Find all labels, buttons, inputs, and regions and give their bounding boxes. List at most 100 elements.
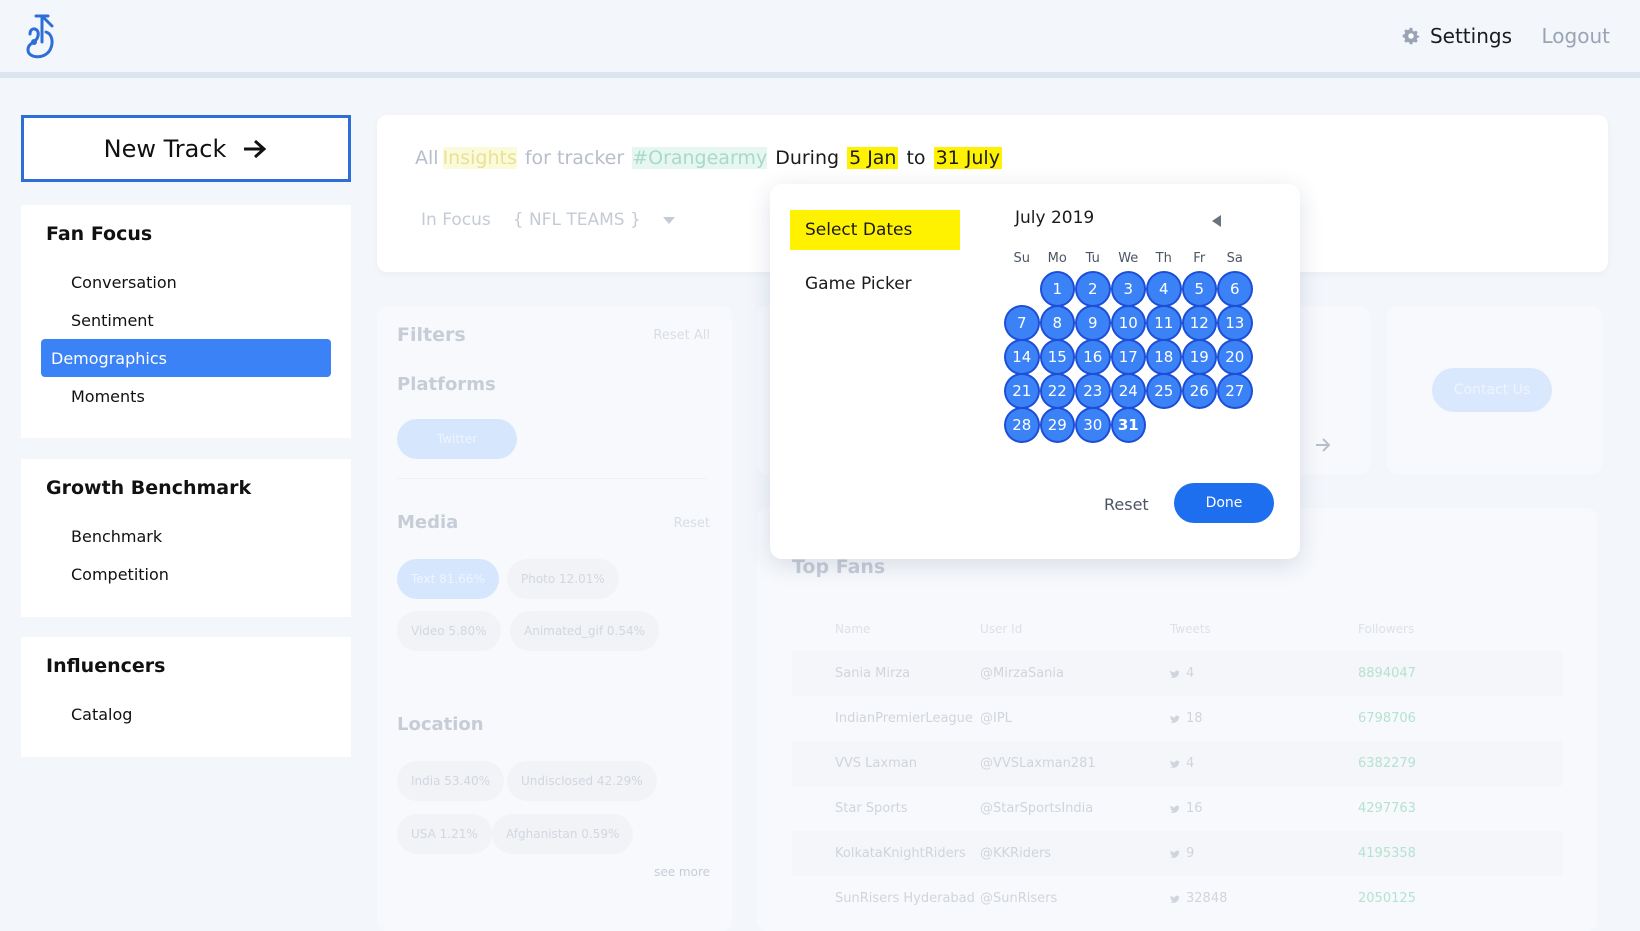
calendar-day[interactable]: 2 [1075, 271, 1111, 307]
sidebar-section-influencers: Influencers Catalog [21, 637, 351, 757]
tracker-tag[interactable]: #Orangearmy [632, 147, 768, 169]
contact-us-button[interactable]: Contact Us [1432, 368, 1552, 412]
app-logo-icon[interactable] [22, 12, 58, 62]
sidebar-item-demographics[interactable]: Demographics [41, 339, 331, 377]
calendar-day-number: 8 [1039, 305, 1075, 341]
calendar-day[interactable]: 25 [1146, 373, 1182, 409]
sidebar-item-conversation[interactable]: Conversation [41, 263, 331, 301]
calendar-day[interactable]: 23 [1075, 373, 1111, 409]
calendar-day-number: 7 [1004, 305, 1040, 341]
platform-chip-twitter[interactable]: Twitter [397, 419, 517, 459]
picker-done-button[interactable]: Done [1174, 483, 1274, 523]
calendar-day[interactable]: 6 [1217, 271, 1253, 307]
calendar-day[interactable]: 27 [1217, 373, 1253, 409]
calendar-day-number: 23 [1075, 373, 1111, 409]
focus-selector[interactable]: In Focus { NFL TEAMS } [421, 210, 675, 230]
fan-user-id: @StarSportsIndia [980, 801, 1094, 816]
location-title: Location [397, 714, 484, 735]
prev-month-icon[interactable] [1212, 215, 1221, 227]
calendar-day-number: 16 [1075, 339, 1111, 375]
calendar-day[interactable]: 16 [1075, 339, 1111, 375]
date-from[interactable]: 5 Jan [847, 147, 899, 169]
calendar-day-number: 4 [1146, 271, 1182, 307]
sidebar-section-fan-focus: Fan Focus Conversation Sentiment Demogra… [21, 205, 351, 438]
column-header: User Id [980, 621, 1023, 636]
weekday-label: We [1118, 250, 1139, 266]
calendar-day[interactable]: 9 [1075, 305, 1111, 341]
calendar-day[interactable]: 26 [1181, 373, 1217, 409]
see-more-link[interactable]: see more [654, 865, 710, 879]
picker-reset-button[interactable]: Reset [1104, 495, 1149, 514]
fan-tweets-value: 18 [1186, 711, 1203, 726]
arrow-right-icon[interactable] [1315, 438, 1331, 452]
calendar-day[interactable]: 14 [1004, 339, 1040, 375]
date-until[interactable]: 31 July [933, 147, 1002, 169]
insight-for-tracker: for tracker [524, 147, 625, 169]
calendar-day[interactable]: 12 [1181, 305, 1217, 341]
media-title: Media [397, 512, 459, 533]
table-row[interactable]: IndianPremierLeague @IPL 18 6798706 [792, 696, 1562, 741]
calendar-day[interactable]: 7 [1004, 305, 1040, 341]
calendar-day[interactable]: 1 [1039, 271, 1075, 307]
insight-all: All [415, 147, 439, 169]
select-dates-tab[interactable]: Select Dates [790, 210, 960, 250]
sidebar-item-sentiment[interactable]: Sentiment [41, 301, 331, 339]
calendar-day[interactable]: 4 [1146, 271, 1182, 307]
media-chip-text[interactable]: Text 81.66% [397, 559, 499, 599]
media-chip-video[interactable]: Video 5.80% [397, 611, 501, 651]
column-header: Tweets [1170, 621, 1211, 636]
table-row[interactable]: SunRisers Hyderabad @SunRisers 32848 205012… [792, 876, 1562, 921]
calendar-day-number: 3 [1110, 271, 1146, 307]
location-chip-undisclosed[interactable]: Undisclosed 42.29% [507, 761, 657, 801]
game-picker-tab[interactable]: Game Picker [805, 274, 912, 294]
location-chip-india[interactable]: India 53.40% [397, 761, 505, 801]
calendar-day[interactable]: 21 [1004, 373, 1040, 409]
calendar-day[interactable]: 29 [1039, 407, 1075, 443]
table-row[interactable]: KolkataKnightRiders @KKRiders 9 4195358 [792, 831, 1562, 876]
sidebar-item-catalog[interactable]: Catalog [41, 695, 331, 733]
calendar-day[interactable]: 17 [1110, 339, 1146, 375]
calendar-day[interactable]: 30 [1075, 407, 1111, 443]
media-chip-animated-gif[interactable]: Animated_gif 0.54% [510, 611, 660, 651]
reset-all-button[interactable]: Reset All [653, 328, 710, 343]
table-row[interactable]: Sania Mirza @MirzaSania 4 8894047 [792, 651, 1562, 696]
calendar-day[interactable]: 22 [1039, 373, 1075, 409]
calendar-day[interactable]: 31 [1110, 407, 1146, 443]
calendar-day-number: 12 [1181, 305, 1217, 341]
arrow-right-icon [244, 139, 267, 158]
logout-link[interactable]: Logout [1542, 24, 1610, 48]
table-row[interactable]: VVS Laxman @VVSLaxman281 4 6382279 [792, 741, 1562, 786]
insight-summary: All Insights for tracker #Orangearmy Dur… [415, 147, 1002, 169]
calendar-day[interactable]: 18 [1146, 339, 1182, 375]
location-chip-afghanistan[interactable]: Afghanistan 0.59% [492, 814, 634, 854]
sidebar-section-growth-benchmark: Growth Benchmark Benchmark Competition [21, 459, 351, 617]
new-track-button[interactable]: New Track [21, 115, 351, 182]
calendar-day-number: 18 [1146, 339, 1182, 375]
calendar-day-number: 21 [1004, 373, 1040, 409]
filters-panel: Filters Reset All Platforms Twitter Medi… [377, 306, 732, 931]
sidebar-item-benchmark[interactable]: Benchmark [41, 517, 331, 555]
calendar-day[interactable]: 3 [1110, 271, 1146, 307]
calendar-day[interactable]: 5 [1181, 271, 1217, 307]
calendar-day[interactable]: 10 [1110, 305, 1146, 341]
section-title: Growth Benchmark [46, 477, 252, 499]
media-reset-button[interactable]: Reset [674, 516, 710, 531]
location-chip-usa[interactable]: USA 1.21% [397, 814, 492, 854]
calendar-day[interactable]: 19 [1181, 339, 1217, 375]
calendar-day[interactable]: 24 [1110, 373, 1146, 409]
calendar-day-number: 24 [1110, 373, 1146, 409]
calendar-day[interactable]: 8 [1039, 305, 1075, 341]
calendar-day[interactable]: 28 [1004, 407, 1040, 443]
settings-link[interactable]: Settings [1400, 24, 1512, 48]
sidebar-item-competition[interactable]: Competition [41, 555, 331, 593]
fan-user-id: @IPL [980, 711, 1012, 726]
fan-tweets-value: 4 [1186, 666, 1195, 681]
table-row[interactable]: Star Sports @StarSportsIndia 16 4297763 [792, 786, 1562, 831]
media-chip-photo[interactable]: Photo 12.01% [507, 559, 619, 599]
fan-tweets-value: 9 [1186, 846, 1195, 861]
calendar-day[interactable]: 13 [1217, 305, 1253, 341]
calendar-day[interactable]: 15 [1039, 339, 1075, 375]
sidebar-item-moments[interactable]: Moments [41, 377, 331, 415]
calendar-day[interactable]: 20 [1217, 339, 1253, 375]
calendar-day[interactable]: 11 [1146, 305, 1182, 341]
